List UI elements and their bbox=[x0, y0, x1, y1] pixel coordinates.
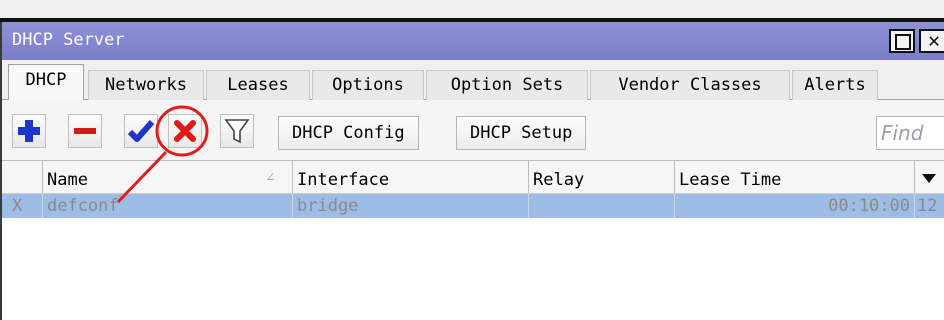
tab-networks[interactable]: Networks bbox=[88, 70, 204, 100]
row-disabled-flag: X bbox=[12, 196, 23, 216]
x-icon bbox=[174, 120, 196, 142]
dhcp-setup-button[interactable]: DHCP Setup bbox=[456, 116, 587, 150]
add-button[interactable] bbox=[12, 114, 46, 148]
tab-options[interactable]: Options bbox=[312, 70, 424, 100]
toolbar: DHCP Config DHCP Setup Find bbox=[2, 100, 944, 160]
filter-icon bbox=[224, 119, 250, 144]
tab-leases[interactable]: Leases bbox=[206, 70, 310, 100]
tab-alerts[interactable]: Alerts bbox=[792, 70, 878, 100]
column-header-relay[interactable]: Relay bbox=[528, 161, 674, 193]
tab-vendor-classes[interactable]: Vendor Classes bbox=[590, 70, 790, 100]
dhcp-server-table: Name ∠ Interface Relay Lease Time X defc… bbox=[2, 160, 944, 320]
title-bar[interactable]: DHCP Server ✕ bbox=[2, 22, 944, 60]
window-title: DHCP Server bbox=[12, 30, 125, 50]
column-menu-button[interactable] bbox=[914, 161, 944, 193]
dropdown-arrow-icon bbox=[922, 174, 936, 183]
cell-relay bbox=[528, 194, 674, 218]
filter-button[interactable] bbox=[220, 114, 254, 148]
enable-button[interactable] bbox=[124, 114, 158, 148]
remove-button[interactable] bbox=[68, 114, 102, 148]
column-header-name[interactable]: Name bbox=[42, 161, 292, 193]
disable-button[interactable] bbox=[168, 114, 202, 148]
tab-option-sets[interactable]: Option Sets bbox=[426, 70, 588, 100]
column-header-interface[interactable]: Interface bbox=[292, 161, 528, 193]
cell-name: defconf bbox=[42, 194, 292, 218]
check-icon bbox=[127, 120, 155, 142]
cell-interface: bridge bbox=[292, 194, 528, 218]
minus-icon bbox=[74, 128, 96, 134]
table-header: Name ∠ Interface Relay Lease Time bbox=[2, 161, 944, 194]
dhcp-config-button[interactable]: DHCP Config bbox=[278, 116, 419, 150]
cell-lease-time: 00:10:00 bbox=[674, 194, 914, 218]
maximize-button[interactable] bbox=[889, 29, 915, 53]
find-input[interactable]: Find bbox=[876, 116, 944, 150]
dhcp-server-window: DHCP Server ✕ DHCP Networks Leases Optio… bbox=[0, 0, 944, 320]
table-row[interactable]: X defconf bridge 00:10:00 12 bbox=[2, 194, 944, 218]
close-button[interactable]: ✕ bbox=[919, 29, 944, 53]
cell-extra: 12 bbox=[914, 194, 944, 218]
tab-bar: DHCP Networks Leases Options Option Sets… bbox=[2, 62, 944, 100]
plus-icon bbox=[18, 120, 40, 142]
tab-dhcp[interactable]: DHCP bbox=[8, 64, 84, 100]
sort-indicator-icon: ∠ bbox=[266, 170, 275, 186]
column-header-lease-time[interactable]: Lease Time bbox=[674, 161, 914, 193]
